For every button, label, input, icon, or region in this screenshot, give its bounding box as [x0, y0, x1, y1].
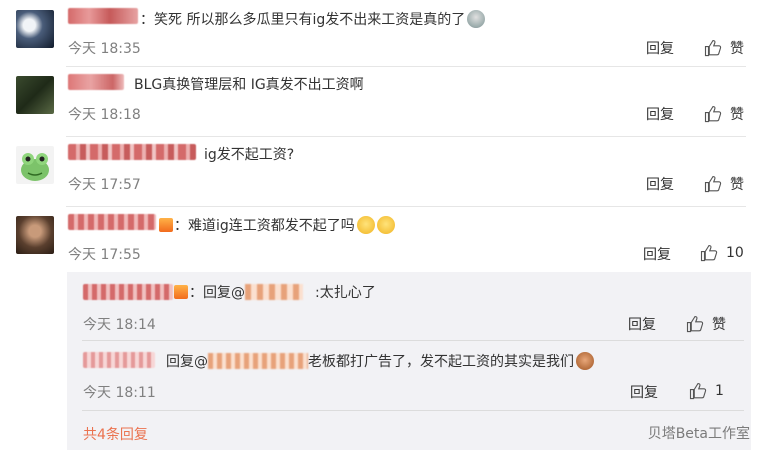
comment-item: BLG真换管理层和 IG真发不出工资啊 今天 18:18 回复 赞 — [0, 66, 760, 136]
like-label: 赞 — [730, 107, 744, 123]
comment-time: 今天 18:35 — [68, 41, 141, 57]
divider — [82, 410, 744, 411]
vip-badge-icon — [159, 218, 173, 232]
thumbs-up-icon — [704, 175, 722, 193]
sub-comment-item: ：回复@:太扎心了 今天 18:14 回复 赞 — [0, 272, 760, 342]
avatar[interactable] — [16, 216, 54, 254]
emoji-icon — [356, 216, 375, 234]
comment-time: 今天 18:14 — [83, 317, 156, 333]
comment-item: ig发不起工资? 今天 17:57 回复 赞 — [0, 136, 760, 206]
comment-text: ig发不起工资? — [204, 147, 295, 163]
like-button[interactable]: 1 — [689, 382, 724, 400]
more-replies-link[interactable]: 共4条回复 — [83, 424, 148, 444]
comment-time: 今天 18:11 — [83, 385, 156, 401]
reply-button[interactable]: 回复 — [646, 104, 674, 124]
username-blurred[interactable] — [83, 352, 155, 368]
sub-comment-text: ：回复@:太扎心了 — [173, 284, 376, 302]
like-label: 赞 — [730, 41, 744, 57]
sub-comment-item: 回复@ 老板都打广告了，发不起工资的其实是我们 今天 18:11 回复 1 — [0, 340, 760, 410]
like-button[interactable]: 赞 — [704, 104, 744, 124]
username-blurred[interactable] — [68, 214, 156, 230]
mention-blurred[interactable] — [245, 284, 303, 300]
mention-blurred[interactable] — [208, 353, 308, 369]
reply-button[interactable]: 回复 — [630, 382, 658, 402]
comment-time: 今天 17:55 — [68, 247, 141, 263]
username-blurred[interactable] — [68, 74, 124, 90]
thumbs-up-icon — [686, 315, 704, 333]
like-button[interactable]: 赞 — [704, 174, 744, 194]
avatar[interactable] — [16, 146, 54, 184]
comment-text: ：难道ig连工资都发不起了吗 — [158, 216, 395, 235]
comment-item: ：笑死 所以那么多瓜里只有ig发不出来工资是真的了 今天 18:35 回复 赞 — [0, 0, 760, 66]
thumbs-up-icon — [704, 39, 722, 57]
like-label: 赞 — [712, 317, 726, 333]
like-button[interactable]: 10 — [700, 244, 744, 262]
like-count: 10 — [726, 245, 744, 261]
username-blurred[interactable] — [68, 144, 196, 160]
thumbs-up-icon — [704, 105, 722, 123]
like-button[interactable]: 赞 — [704, 38, 744, 58]
reply-button[interactable]: 回复 — [628, 314, 656, 334]
username-blurred[interactable] — [83, 284, 173, 300]
vip-badge-icon — [174, 285, 188, 299]
thumbs-up-icon — [700, 244, 718, 262]
reply-button[interactable]: 回复 — [646, 38, 674, 58]
emoji-icon — [376, 216, 395, 234]
avatar[interactable] — [16, 76, 54, 114]
like-label: 赞 — [730, 177, 744, 193]
reply-button[interactable]: 回复 — [646, 174, 674, 194]
thumbs-up-icon — [689, 382, 707, 400]
like-count: 1 — [715, 383, 724, 399]
comment-text: ：笑死 所以那么多瓜里只有ig发不出来工资是真的了 — [140, 10, 486, 29]
avatar[interactable] — [16, 10, 54, 48]
comment-time: 今天 17:57 — [68, 177, 141, 193]
like-button[interactable]: 赞 — [686, 314, 726, 334]
username-blurred[interactable] — [68, 8, 138, 24]
frog-avatar-icon — [21, 153, 49, 181]
sub-comment-text: 回复@ 老板都打广告了，发不起工资的其实是我们 — [166, 352, 594, 371]
reply-button[interactable]: 回复 — [643, 244, 671, 264]
watermark: 贝塔Beta工作室 — [647, 426, 750, 442]
emoji-icon — [467, 10, 486, 28]
emoji-icon — [576, 352, 594, 370]
comment-time: 今天 18:18 — [68, 107, 141, 123]
comment-text: BLG真换管理层和 IG真发不出工资啊 — [134, 77, 364, 93]
comment-item: ：难道ig连工资都发不起了吗 今天 17:55 回复 10 — [0, 206, 760, 272]
